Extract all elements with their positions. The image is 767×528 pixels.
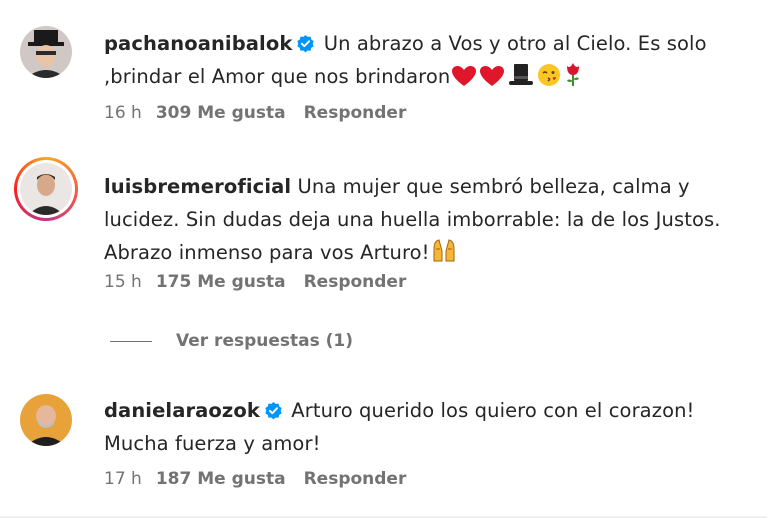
timestamp[interactable]: 15 h bbox=[104, 272, 142, 292]
comment-text: Una mujer que sembró belleza, calma y bbox=[297, 175, 690, 198]
username[interactable]: danielaraozok bbox=[104, 399, 260, 422]
verified-badge-icon bbox=[265, 401, 282, 420]
timestamp[interactable]: 17 h bbox=[104, 469, 142, 489]
view-replies-label: Ver respuestas (1) bbox=[176, 331, 354, 351]
bottom-divider bbox=[0, 516, 767, 518]
comment-text: Arturo querido los quiero con el corazon… bbox=[291, 399, 695, 422]
rose-icon bbox=[567, 63, 580, 86]
username[interactable]: pachanoanibalok bbox=[104, 32, 292, 55]
comment-text: lucidez. Sin dudas deja una huella imbor… bbox=[104, 208, 721, 231]
comment-body: luisbremeroficial Una mujer que sembró b… bbox=[104, 170, 744, 269]
heart-icon bbox=[480, 66, 505, 86]
timestamp[interactable]: 16 h bbox=[104, 103, 142, 123]
avatar[interactable] bbox=[20, 26, 72, 78]
comment-body: pachanoanibalok Un abrazo a Vos y otro a… bbox=[104, 27, 744, 93]
comment-body: danielaraozok Arturo querido los quiero … bbox=[104, 394, 744, 460]
likes-count[interactable]: 187 Me gusta bbox=[156, 469, 286, 489]
avatar[interactable] bbox=[20, 394, 72, 446]
reply-button[interactable]: Responder bbox=[304, 272, 407, 292]
kissing-face-icon bbox=[538, 64, 561, 86]
story-ring[interactable] bbox=[14, 157, 78, 221]
comment-meta: 16 h 309 Me gusta Responder bbox=[104, 103, 406, 123]
comment-meta: 17 h 187 Me gusta Responder bbox=[104, 469, 406, 489]
verified-badge-icon bbox=[297, 34, 315, 53]
reply-button[interactable]: Responder bbox=[304, 103, 407, 123]
replies-divider bbox=[110, 340, 152, 342]
view-replies-button[interactable]: Ver respuestas (1) bbox=[110, 331, 353, 351]
raising-hands-icon bbox=[433, 239, 455, 262]
comment-text: Abrazo inmenso para vos Arturo! bbox=[104, 241, 430, 264]
comment-text: Un abrazo a Vos y otro al Cielo. Es solo bbox=[323, 32, 707, 55]
likes-count[interactable]: 175 Me gusta bbox=[156, 272, 286, 292]
username[interactable]: luisbremeroficial bbox=[104, 175, 291, 198]
comment-meta: 15 h 175 Me gusta Responder bbox=[104, 272, 406, 292]
top-hat-icon bbox=[509, 64, 534, 85]
reply-button[interactable]: Responder bbox=[304, 469, 407, 489]
avatar bbox=[20, 163, 72, 215]
comment-text: Mucha fuerza y amor! bbox=[104, 432, 321, 455]
likes-count[interactable]: 309 Me gusta bbox=[156, 103, 286, 123]
comment-text: ,brindar el Amor que nos brindaron bbox=[104, 65, 451, 88]
heart-icon bbox=[452, 66, 477, 86]
